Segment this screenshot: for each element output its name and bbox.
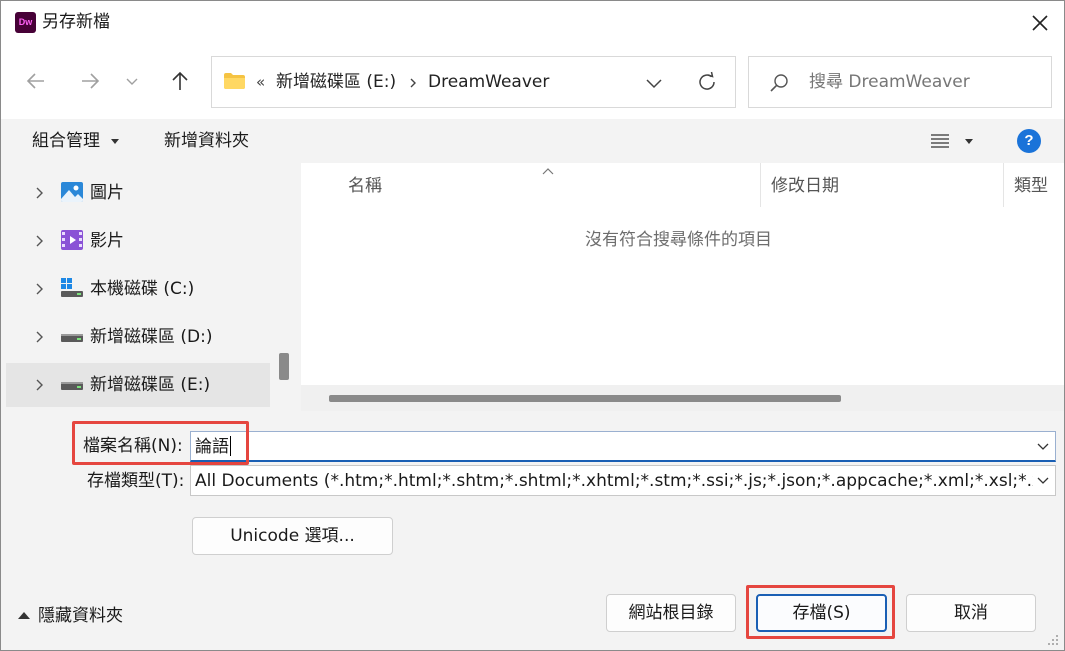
filename-label: 檔案名稱(N): [83,436,183,456]
nav-item-label: 本機磁碟 (C:) [90,279,195,299]
new-folder-button[interactable]: 新增資料夾 [164,130,249,152]
close-icon[interactable] [1027,10,1053,36]
nav-item-pictures[interactable]: 圖片 [6,171,270,215]
windows-drive-icon [61,278,83,297]
breadcrumb-dreamweaver[interactable]: DreamWeaver [428,71,549,93]
drive-icon [61,334,83,342]
nav-item-videos[interactable]: 影片 [6,219,270,263]
organize-caret-icon[interactable] [111,139,119,144]
pictures-icon [61,182,83,202]
column-header-date-modified[interactable]: 修改日期 [771,175,839,197]
site-root-button[interactable]: 網站根目錄 [606,594,736,632]
help-icon[interactable]: ? [1017,129,1041,153]
search-box[interactable]: 搜尋 DreamWeaver [748,56,1052,108]
filetype-label: 存檔類型(T): [87,471,185,491]
column-divider[interactable] [760,163,761,207]
nav-pane-scrollbar[interactable] [279,353,289,380]
column-header-name[interactable]: 名稱 [348,175,382,197]
breadcrumb-overflow[interactable]: « [256,71,265,93]
dreamweaver-app-icon: Dw [15,12,36,33]
dialog-title: 另存新檔 [42,12,110,32]
up-arrow-icon[interactable] [166,67,194,95]
resize-grip-icon[interactable] [1047,634,1059,646]
column-header-type[interactable]: 類型 [1014,175,1048,197]
expand-chevron-icon[interactable] [33,281,47,297]
expand-chevron-icon[interactable] [33,377,47,393]
hide-folders-toggle[interactable]: 隱藏資料夾 [18,605,123,627]
nav-item-label: 圖片 [90,183,124,203]
back-arrow-icon[interactable] [22,67,50,95]
horizontal-scrollbar[interactable] [301,385,1064,411]
collapse-caret-icon [18,612,30,619]
text-caret [230,436,231,456]
address-bar[interactable]: « 新增磁碟區 (E:) DreamWeaver [211,56,736,108]
dialog-footer: 隱藏資料夾 [1,564,1064,650]
breadcrumb-chevron-icon[interactable] [408,77,418,89]
navigation-row: « 新增磁碟區 (E:) DreamWeaver 搜尋 DreamWeaver [1,45,1064,119]
drive-icon [61,382,83,390]
filename-value: 論語 [195,436,231,457]
forward-arrow-icon[interactable] [76,67,104,95]
organize-menu-button[interactable]: 組合管理 [32,130,100,152]
save-button[interactable]: 存檔(S) [756,594,887,632]
file-list-pane: 名稱 修改日期 類型 沒有符合搜尋條件的項目 [301,163,1064,411]
filetype-value: All Documents (*.htm;*.html;*.shtm;*.sht… [195,471,1033,491]
command-toolbar: 組合管理 新增資料夾 ? [1,119,1064,163]
empty-results-message: 沒有符合搜尋條件的項目 [585,230,772,250]
nav-item-label: 影片 [90,231,124,251]
expand-chevron-icon[interactable] [33,233,47,249]
unicode-options-button[interactable]: Unicode 選項... [192,517,393,555]
navigation-pane: 圖片 影片 本機磁碟 (C:) 新增磁碟區 (D:) 新增磁碟區 (E:) [1,163,291,411]
filetype-dropdown-chevron-icon[interactable] [1036,476,1050,486]
sort-ascending-icon [542,168,554,175]
expand-chevron-icon[interactable] [33,329,47,345]
nav-item-volume-d[interactable]: 新增磁碟區 (D:) [6,315,270,359]
hide-folders-label: 隱藏資料夾 [38,606,123,626]
breadcrumb-drive-e[interactable]: 新增磁碟區 (E:) [276,71,396,93]
filename-dropdown-chevron-icon[interactable] [1036,442,1050,452]
expand-chevron-icon[interactable] [33,185,47,201]
address-dropdown-chevron-icon[interactable] [642,71,666,95]
recent-locations-chevron-icon[interactable] [121,67,143,95]
title-bar: Dw 另存新檔 [1,1,1064,45]
search-placeholder: 搜尋 DreamWeaver [809,72,970,92]
view-options-icon[interactable] [930,133,950,149]
cancel-button[interactable]: 取消 [906,594,1036,632]
nav-item-label: 新增磁碟區 (D:) [90,327,213,347]
search-icon [770,74,788,92]
nav-item-volume-e[interactable]: 新增磁碟區 (E:) [6,363,270,407]
filename-input[interactable]: 論語 [190,431,1056,462]
nav-item-label: 新增磁碟區 (E:) [90,375,211,395]
folder-icon [224,73,245,89]
refresh-icon[interactable] [695,70,719,94]
nav-item-local-disk-c[interactable]: 本機磁碟 (C:) [6,267,270,311]
view-options-caret-icon[interactable] [965,139,973,144]
horizontal-scrollbar-thumb[interactable] [329,395,841,402]
save-as-dialog: Dw 另存新檔 « 新增磁碟區 (E:) DreamWeaver 搜尋 Drea… [0,0,1065,651]
column-divider[interactable] [1003,163,1004,207]
filetype-select[interactable]: All Documents (*.htm;*.html;*.shtm;*.sht… [190,465,1056,496]
videos-icon [61,230,83,250]
